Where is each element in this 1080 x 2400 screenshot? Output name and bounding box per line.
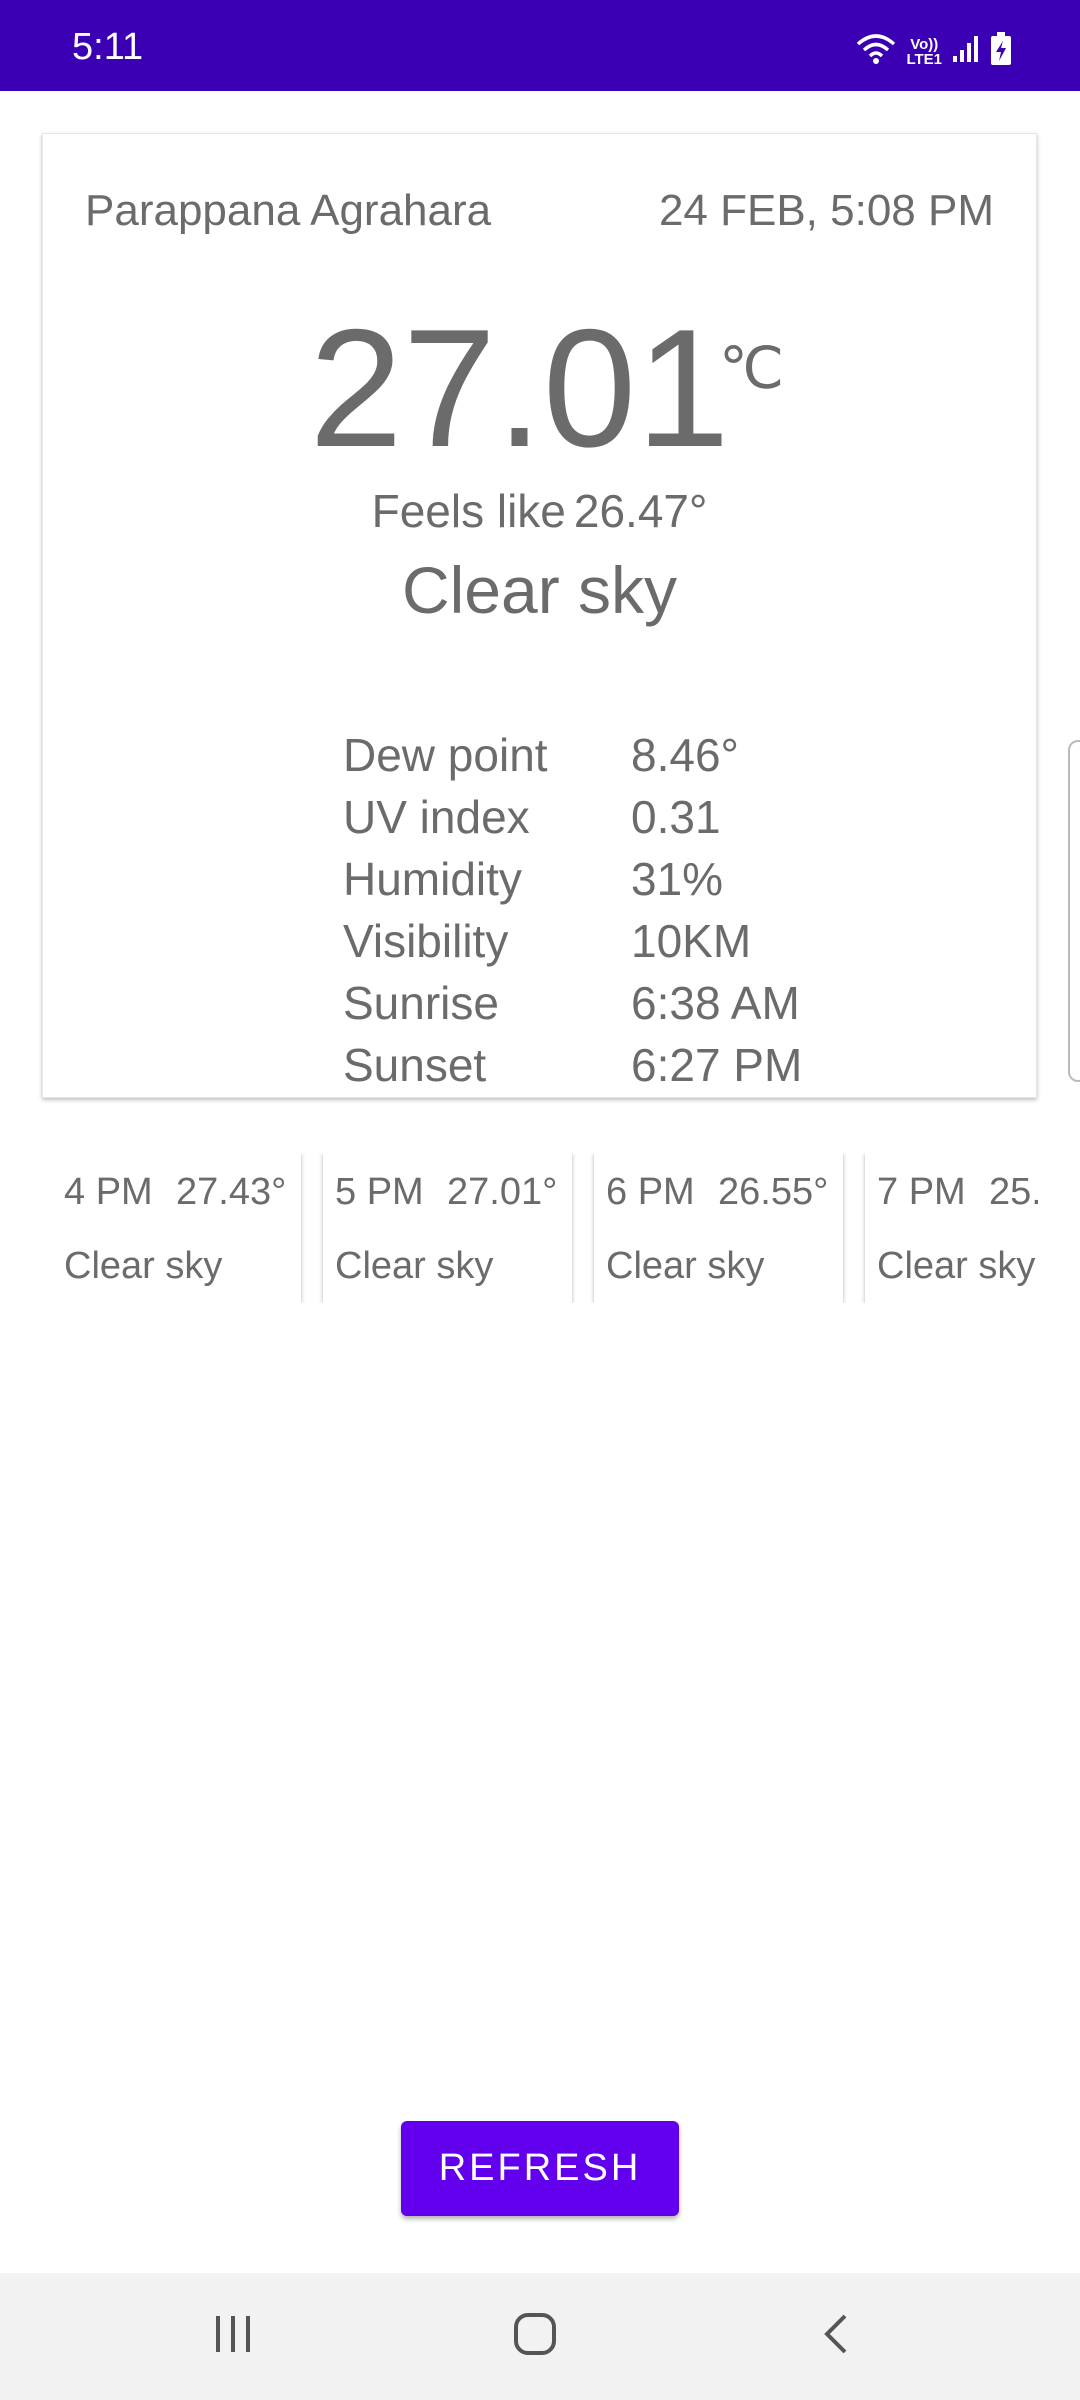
weather-details: Dew point 8.46° UV index 0.31 Humidity 3… [343, 724, 802, 1096]
detail-label: UV index [343, 791, 530, 843]
detail-row-dew-point: Dew point 8.46° [343, 724, 802, 786]
wifi-icon [856, 32, 896, 71]
next-page-edge[interactable] [1068, 740, 1080, 1082]
weather-condition: Clear sky [401, 553, 678, 627]
volte-label-bottom: LTE1 [906, 50, 942, 68]
hourly-temp: 27.01° [447, 1171, 558, 1213]
detail-value: 6:27 PM [631, 1039, 803, 1091]
home-button[interactable] [465, 2273, 605, 2400]
battery-charging-icon [990, 32, 1012, 71]
hourly-condition: Clear sky [606, 1245, 765, 1287]
hourly-time: 5 PM [335, 1171, 424, 1213]
recent-apps-icon [211, 2312, 255, 2361]
hourly-condition: Clear sky [877, 1245, 1036, 1287]
location-name: Parappana Agrahara [85, 186, 492, 235]
feels-like-row: Feels like 26.47° [43, 484, 1036, 538]
hourly-temp: 27.43° [176, 1171, 287, 1213]
detail-row-humidity: Humidity 31% [343, 848, 802, 910]
current-weather-card: Parappana Agrahara 24 FEB, 5:08 PM 27.01… [42, 133, 1037, 1098]
status-bar: 5:11 Vo)) LTE1 [0, 0, 1080, 91]
hourly-card[interactable]: 6 PM 26.55° Clear sky [594, 1153, 843, 1303]
detail-label: Dew point [343, 729, 548, 781]
hourly-time: 4 PM [64, 1171, 153, 1213]
hourly-card[interactable]: 5 PM 27.01° Clear sky [323, 1153, 572, 1303]
hourly-card[interactable]: 7 PM 25. Clear sky [865, 1153, 1038, 1303]
detail-value: 0.31 [631, 791, 721, 843]
detail-value: 31% [631, 853, 724, 905]
back-button[interactable] [767, 2273, 907, 2400]
detail-label: Sunrise [343, 977, 499, 1029]
detail-value: 8.46° [631, 729, 739, 781]
hourly-track: 4 PM 27.43° Clear sky 5 PM 27.01° Clear … [52, 1153, 1038, 1303]
detail-row-visibility: Visibility 10KM [343, 910, 802, 972]
signal-icon [952, 34, 980, 69]
volte-label-top: Vo)) [910, 35, 939, 53]
temperature-block: 27.01 [43, 304, 1036, 472]
detail-row-uv-index: UV index 0.31 [343, 786, 802, 848]
hourly-time: 7 PM [877, 1171, 966, 1213]
detail-label: Visibility [343, 915, 509, 967]
detail-label: Sunset [343, 1039, 487, 1091]
detail-value: 6:38 AM [631, 977, 800, 1029]
hourly-forecast-list[interactable]: 4 PM 27.43° Clear sky 5 PM 27.01° Clear … [52, 1153, 1038, 1303]
hourly-temp: 25. [989, 1171, 1038, 1213]
current-temperature: 27.01 [309, 294, 730, 482]
feels-like-value: 26.47° [573, 485, 708, 537]
hourly-time: 6 PM [606, 1171, 695, 1213]
volte-icon: Vo)) LTE1 [906, 37, 942, 67]
detail-value: 10KM [631, 915, 752, 967]
detail-row-sunrise: Sunrise 6:38 AM [343, 972, 802, 1034]
detail-label: Humidity [343, 853, 522, 905]
status-icons: Vo)) LTE1 [856, 32, 1012, 71]
hourly-temp: 26.55° [718, 1171, 829, 1213]
temperature-unit: ℃ [719, 336, 785, 401]
status-time: 5:11 [72, 26, 144, 68]
home-icon [512, 2311, 558, 2362]
hourly-condition: Clear sky [64, 1245, 223, 1287]
back-icon [817, 2312, 857, 2361]
refresh-button[interactable]: REFRESH [401, 2121, 679, 2216]
hourly-card[interactable]: 4 PM 27.43° Clear sky [52, 1153, 301, 1303]
recent-apps-button[interactable] [163, 2273, 303, 2400]
system-nav-bar [0, 2273, 1080, 2400]
detail-row-sunset: Sunset 6:27 PM [343, 1034, 802, 1096]
feels-like-label: Feels like [371, 485, 566, 537]
hourly-condition: Clear sky [335, 1245, 494, 1287]
last-updated-datetime: 24 FEB, 5:08 PM [658, 186, 994, 235]
